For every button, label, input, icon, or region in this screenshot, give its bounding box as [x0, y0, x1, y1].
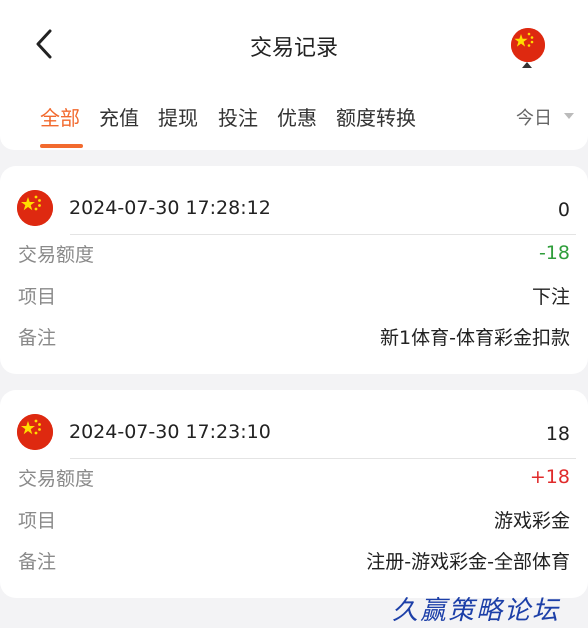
amount-value: -18	[538, 242, 570, 264]
record-card: 2024-07-30 17:23:10 18 交易额度 +18 项目 游戏彩金 …	[0, 390, 588, 598]
divider	[70, 234, 576, 235]
item-value: 下注	[531, 286, 570, 308]
caret-up-icon	[522, 62, 532, 68]
china-flag-icon	[511, 28, 545, 62]
china-flag-icon	[17, 414, 53, 450]
amount-label: 交易额度	[18, 244, 95, 266]
china-flag-icon	[17, 190, 53, 226]
tab-deposit[interactable]: 充值	[99, 102, 139, 131]
period-filter[interactable]: 今日	[516, 104, 552, 130]
amount-value: +18	[529, 466, 570, 488]
active-tab-indicator	[40, 144, 83, 148]
record-time: 2024-07-30 17:28:12	[69, 197, 271, 219]
tab-all[interactable]: 全部	[40, 102, 80, 131]
note-value: 注册-游戏彩金-全部体育	[366, 551, 570, 573]
item-value: 游戏彩金	[493, 510, 570, 532]
tab-transfer[interactable]: 额度转换	[336, 102, 416, 131]
language-flag-button[interactable]	[511, 28, 545, 62]
note-label: 备注	[18, 327, 57, 349]
record-time: 2024-07-30 17:23:10	[69, 421, 271, 443]
tab-withdraw[interactable]: 提现	[158, 102, 198, 131]
tab-promo[interactable]: 优惠	[277, 102, 317, 131]
note-label: 备注	[18, 551, 57, 573]
item-label: 项目	[18, 510, 57, 532]
amount-label: 交易额度	[18, 468, 95, 490]
caret-down-icon	[564, 113, 574, 119]
record-balance: 18	[545, 423, 570, 445]
page-title: 交易记录	[249, 36, 338, 61]
record-card: 2024-07-30 17:28:12 0 交易额度 -18 项目 下注 备注 …	[0, 166, 588, 374]
tab-bar: 全部 充值 提现 投注 优惠 额度转换 今日	[0, 82, 588, 150]
tab-bet[interactable]: 投注	[218, 102, 258, 131]
item-label: 项目	[18, 286, 57, 308]
note-value: 新1体育-体育彩金扣款	[380, 327, 570, 349]
record-balance: 0	[557, 199, 570, 221]
top-bar: 交易记录	[0, 0, 588, 90]
watermark: 久赢策略论坛	[392, 596, 561, 626]
divider	[70, 458, 576, 459]
